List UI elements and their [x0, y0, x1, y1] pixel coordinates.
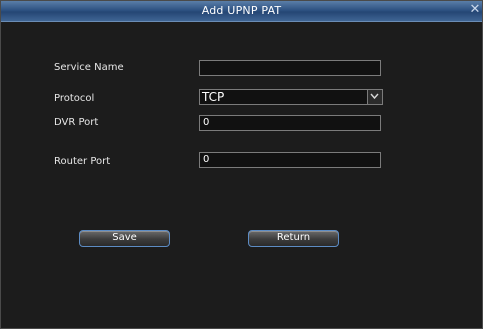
dialog-title: Add UPNP PAT — [201, 4, 282, 17]
protocol-label: Protocol — [54, 93, 95, 104]
service-name-input[interactable] — [199, 60, 381, 76]
protocol-select[interactable]: TCP — [199, 89, 383, 105]
service-name-label: Service Name — [54, 62, 124, 73]
save-button[interactable]: Save — [79, 230, 170, 247]
add-upnp-pat-dialog: Add UPNP PAT ✕ Service Name Protocol TCP… — [0, 0, 483, 329]
title-bar: Add UPNP PAT ✕ — [1, 1, 482, 22]
dvr-port-input[interactable]: 0 — [199, 115, 381, 131]
return-button[interactable]: Return — [248, 230, 339, 247]
close-icon[interactable]: ✕ — [469, 3, 481, 17]
router-port-input[interactable]: 0 — [199, 152, 381, 168]
dvr-port-label: DVR Port — [54, 117, 99, 128]
router-port-label: Router Port — [54, 156, 111, 167]
chevron-down-icon[interactable] — [367, 90, 382, 104]
protocol-value: TCP — [202, 90, 225, 104]
